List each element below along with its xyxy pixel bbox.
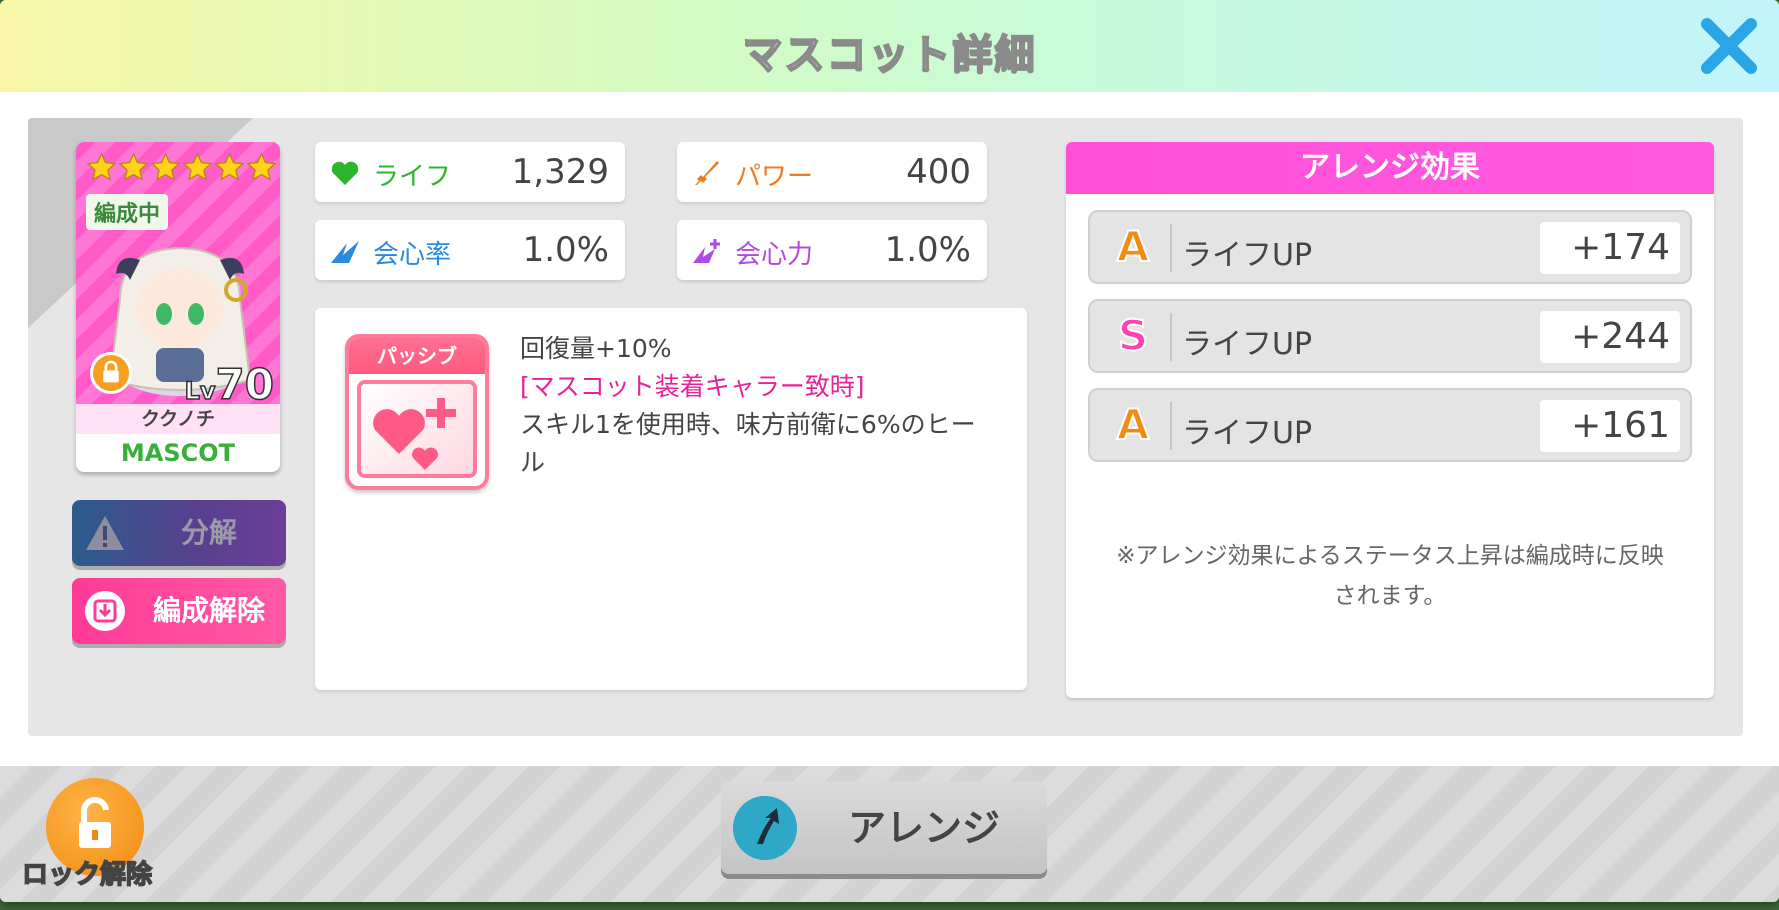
passive-skill-panel: パッシブ 回復量+10% [マスコット装着キャラー致時] スキル1を使用時、味方… (315, 308, 1027, 690)
arrange-button[interactable]: アレンジ (721, 782, 1047, 874)
arrange-value: +174 (1540, 222, 1680, 274)
heart-icon (331, 161, 359, 185)
stat-crit-rate-label: 会心率 (373, 240, 452, 270)
star-icon (214, 152, 245, 181)
stat-life: ライフ 1,329 (315, 142, 625, 202)
lock-release-label[interactable]: ロック解除 (21, 854, 153, 891)
crit-rate-icon (331, 241, 359, 263)
star-icon (150, 152, 181, 181)
mascot-art: 編成中 Lv70 (76, 142, 280, 410)
star-icon (246, 152, 277, 181)
stat-life-value: 1,329 (511, 152, 609, 192)
dismantle-button[interactable]: 分解 (72, 500, 286, 566)
star-rating (86, 152, 277, 183)
stat-crit-rate-value: 1.0% (522, 230, 609, 270)
close-icon[interactable] (1697, 14, 1761, 78)
sword-icon (695, 161, 719, 185)
passive-inner (357, 380, 477, 478)
passive-skill-icon: パッシブ (345, 334, 489, 490)
footer-bar: ロック解除 アレンジ (0, 766, 1779, 902)
grade-badge: S (1117, 311, 1149, 360)
download-box-icon (85, 591, 125, 631)
dismantle-label: 分解 (180, 516, 237, 549)
divider (1170, 313, 1172, 361)
arrange-note: ※アレンジ効果によるステータス上昇は編成時に反映されます。 (1116, 543, 1664, 609)
stat-life-label: ライフ (373, 162, 452, 192)
lock-icon (90, 352, 132, 394)
level-value: 70 (215, 359, 275, 410)
heal-hearts-icon (373, 398, 456, 470)
stat-crit-power: 会心力 1.0% (677, 220, 987, 280)
arrange-up-arrow-icon (733, 796, 797, 860)
arrange-label: ライフUP (1182, 327, 1313, 362)
arrange-value: +161 (1540, 400, 1680, 452)
status-badge: 編成中 (86, 194, 169, 230)
unequip-label: 編成解除 (152, 594, 265, 627)
arrange-effects-panel: アレンジ効果 A ライフUP +174 S ライフUP +244 A ライフUP… (1066, 142, 1714, 698)
divider (1170, 402, 1172, 450)
passive-condition: [マスコット装着キャラー致時] (520, 372, 865, 401)
mascot-name: ククノチ (76, 404, 280, 434)
stat-crit-power-value: 1.0% (884, 230, 971, 270)
mascot-card[interactable]: 編成中 Lv70 ククノチ MASCOT (76, 142, 280, 472)
arrange-value: +244 (1540, 311, 1680, 363)
star-icon (182, 152, 213, 181)
arrange-row: A ライフUP +161 (1088, 388, 1692, 462)
page-title: マスコット詳細 (742, 31, 1037, 79)
mascot-level: Lv70 (184, 359, 275, 410)
warning-icon (86, 516, 124, 550)
passive-description: 回復量+10% [マスコット装着キャラー致時] スキル1を使用時、味方前衛に6%… (520, 330, 1000, 482)
stat-crit-rate: 会心率 1.0% (315, 220, 625, 280)
grade-badge: A (1116, 222, 1151, 271)
crit-power-icon (693, 239, 720, 263)
divider (1170, 224, 1172, 272)
passive-effect: 回復量+10% (520, 334, 672, 363)
star-icon (86, 152, 117, 181)
grade-badge: A (1116, 400, 1151, 449)
stat-crit-power-label: 会心力 (735, 240, 814, 270)
mascot-type: MASCOT (120, 439, 236, 467)
passive-detail: スキル1を使用時、味方前衛に6%のヒール (520, 410, 976, 477)
passive-badge: パッシブ (349, 338, 485, 374)
stat-power-value: 400 (906, 152, 971, 192)
stat-power: パワー 400 (677, 142, 987, 202)
level-label: Lv (184, 376, 216, 406)
arrange-label: ライフUP (1182, 238, 1313, 273)
arrange-header: アレンジ効果 (1066, 142, 1714, 194)
arrange-label: ライフUP (1182, 416, 1313, 451)
arrange-row: S ライフUP +244 (1088, 299, 1692, 373)
star-icon (118, 152, 149, 181)
mascot-detail-dialog: マスコット詳細 編成中 Lv70 ククノチ MASCOT 分解 編成解除 ライフ… (0, 0, 1779, 902)
arrange-row: A ライフUP +174 (1088, 210, 1692, 284)
stat-power-label: パワー (735, 162, 814, 192)
unequip-button[interactable]: 編成解除 (72, 578, 286, 644)
title-bar: マスコット詳細 (0, 0, 1779, 92)
content-area: 編成中 Lv70 ククノチ MASCOT 分解 編成解除 ライフ 1,329 パ… (28, 118, 1743, 736)
arrange-button-label: アレンジ (847, 806, 1000, 850)
